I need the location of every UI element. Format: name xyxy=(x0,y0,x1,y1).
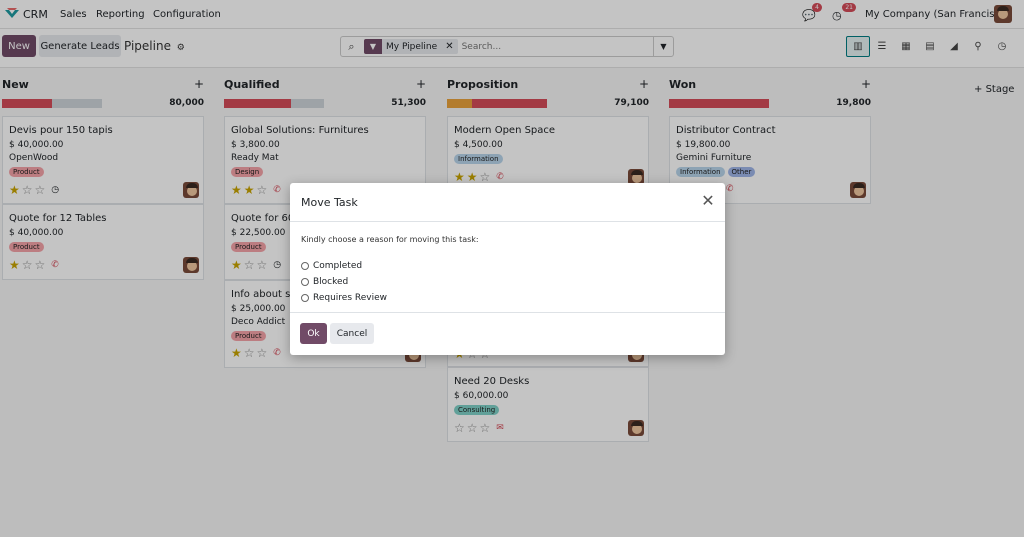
radio-button[interactable] xyxy=(301,294,309,302)
reason-option-completed[interactable]: Completed xyxy=(301,261,711,271)
radio-label: Requires Review xyxy=(313,293,388,303)
radio-label: Completed xyxy=(313,261,363,271)
radio-button[interactable] xyxy=(301,278,309,286)
reason-option-blocked[interactable]: Blocked xyxy=(301,277,711,287)
reason-prompt: Kindly choose a reason for moving this t… xyxy=(301,235,479,244)
move-task-dialog: Move Task ✕ Kindly choose a reason for m… xyxy=(290,183,725,355)
radio-label: Blocked xyxy=(313,277,349,287)
modal-body: Kindly choose a reason for moving this t… xyxy=(301,235,711,303)
cancel-button[interactable]: Cancel xyxy=(330,323,374,344)
close-icon[interactable]: ✕ xyxy=(699,192,717,210)
modal-title: Move Task xyxy=(301,196,358,209)
modal-header: Move Task ✕ xyxy=(290,183,725,222)
reason-option-requires-review[interactable]: Requires Review xyxy=(301,293,711,303)
modal-footer: Ok Cancel xyxy=(290,312,725,355)
ok-button[interactable]: Ok xyxy=(300,323,327,344)
radio-button[interactable] xyxy=(301,262,309,270)
